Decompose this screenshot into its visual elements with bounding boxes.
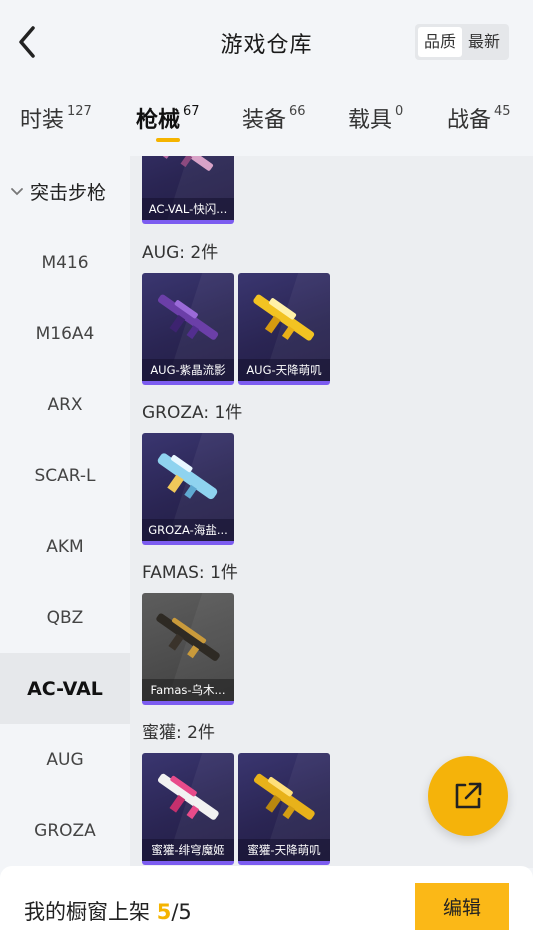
- weapon-card-label: GROZA-海盐...: [142, 519, 234, 541]
- weapon-card[interactable]: Famas-乌木...: [142, 593, 234, 705]
- tab-equipment[interactable]: 装备 66: [242, 102, 306, 134]
- app-root: 游戏仓库 品质 最新 时装 127 枪械 67 装备 66 载具 0 战备 45 突击步: [0, 0, 533, 948]
- tab-count: 67: [183, 104, 200, 119]
- tab-supplies[interactable]: 战备 45: [447, 102, 511, 134]
- showcase-label: 我的橱窗上架: [24, 900, 150, 924]
- category-tabs: 时装 127 枪械 67 装备 66 载具 0 战备 45: [0, 88, 533, 154]
- weapon-type-sidebar: 突击步枪 M416 M16A4 ARX SCAR-L AKM QBZ AC-VA…: [0, 156, 130, 868]
- tab-label: 装备: [242, 108, 287, 133]
- weapon-card[interactable]: AUG-紫晶流影: [142, 273, 234, 385]
- weapon-card-label: AC-VAL-快闪...: [142, 198, 234, 220]
- tab-label: 战备: [447, 108, 492, 133]
- sidebar-item-m416[interactable]: M416: [0, 227, 130, 298]
- chevron-down-icon: [11, 187, 23, 195]
- weapon-card-label: 蜜獾-绯穹魔姬: [142, 839, 234, 861]
- edit-button[interactable]: 编辑: [415, 883, 509, 930]
- sidebar-item-scar-l[interactable]: SCAR-L: [0, 440, 130, 511]
- section-title: 蜜獾: 2件: [142, 723, 215, 743]
- tab-label: 枪械: [136, 108, 181, 133]
- tab-count: 127: [67, 104, 92, 119]
- tab-count: 66: [289, 104, 306, 119]
- tab-vehicles[interactable]: 载具 0: [348, 102, 403, 134]
- rifle-skin-icon: [253, 294, 315, 341]
- tab-weapons[interactable]: 枪械 67: [136, 102, 200, 134]
- rifle-skin-icon: [253, 773, 315, 820]
- tab-count: 45: [494, 104, 511, 119]
- active-tab-indicator: [156, 138, 180, 142]
- sidebar-item-akm[interactable]: AKM: [0, 511, 130, 582]
- share-button[interactable]: [428, 756, 508, 836]
- showcase-total: /5: [171, 900, 192, 924]
- weapon-card-label: AUG-天降萌叽: [238, 359, 330, 381]
- sidebar-group-label: 突击步枪: [30, 182, 107, 204]
- sidebar-item-groza[interactable]: GROZA: [0, 795, 130, 866]
- sidebar-item-ac-val[interactable]: AC-VAL: [0, 653, 130, 724]
- section-title: FAMAS: 1件: [142, 563, 238, 583]
- sidebar-item-aug[interactable]: AUG: [0, 724, 130, 795]
- showcase-bar: 我的橱窗上架 5/5 编辑: [0, 866, 533, 948]
- weapon-card[interactable]: AC-VAL-快闪...: [142, 156, 234, 224]
- sort-quality-button[interactable]: 品质: [417, 27, 462, 57]
- weapon-card[interactable]: GROZA-海盐...: [142, 433, 234, 545]
- section-title: GROZA: 1件: [142, 403, 243, 423]
- sidebar-group-assault-rifles[interactable]: 突击步枪: [0, 156, 130, 227]
- tab-label: 时装: [20, 108, 65, 133]
- rifle-skin-icon: [157, 773, 219, 820]
- sidebar-item-qbz[interactable]: QBZ: [0, 582, 130, 653]
- tab-outfits[interactable]: 时装 127: [20, 102, 92, 134]
- rifle-skin-icon: [160, 156, 214, 171]
- rifle-skin-icon: [157, 294, 219, 340]
- rifle-skin-icon: [157, 453, 218, 500]
- sort-toggle: 品质 最新: [414, 24, 509, 60]
- sidebar-item-arx[interactable]: ARX: [0, 369, 130, 440]
- weapon-card-label: AUG-紫晶流影: [142, 359, 234, 381]
- weapon-card[interactable]: 蜜獾-天降萌叽: [238, 753, 330, 865]
- weapon-card-label: 蜜獾-天降萌叽: [238, 839, 330, 861]
- showcase-current-count: 5: [156, 900, 172, 924]
- rifle-skin-icon: [156, 613, 220, 661]
- weapon-card[interactable]: AUG-天降萌叽: [238, 273, 330, 385]
- external-link-icon: [455, 782, 482, 809]
- tab-label: 载具: [348, 108, 393, 133]
- sidebar-item-m16a4[interactable]: M16A4: [0, 298, 130, 369]
- weapon-card[interactable]: 蜜獾-绯穹魔姬: [142, 753, 234, 865]
- header: 游戏仓库 品质 最新: [0, 0, 533, 82]
- showcase-status: 我的橱窗上架 5/5: [24, 896, 192, 926]
- section-title: AUG: 2件: [142, 243, 219, 263]
- sort-newest-button[interactable]: 最新: [462, 27, 506, 57]
- tab-count: 0: [395, 104, 404, 119]
- weapon-card-label: Famas-乌木...: [142, 679, 234, 701]
